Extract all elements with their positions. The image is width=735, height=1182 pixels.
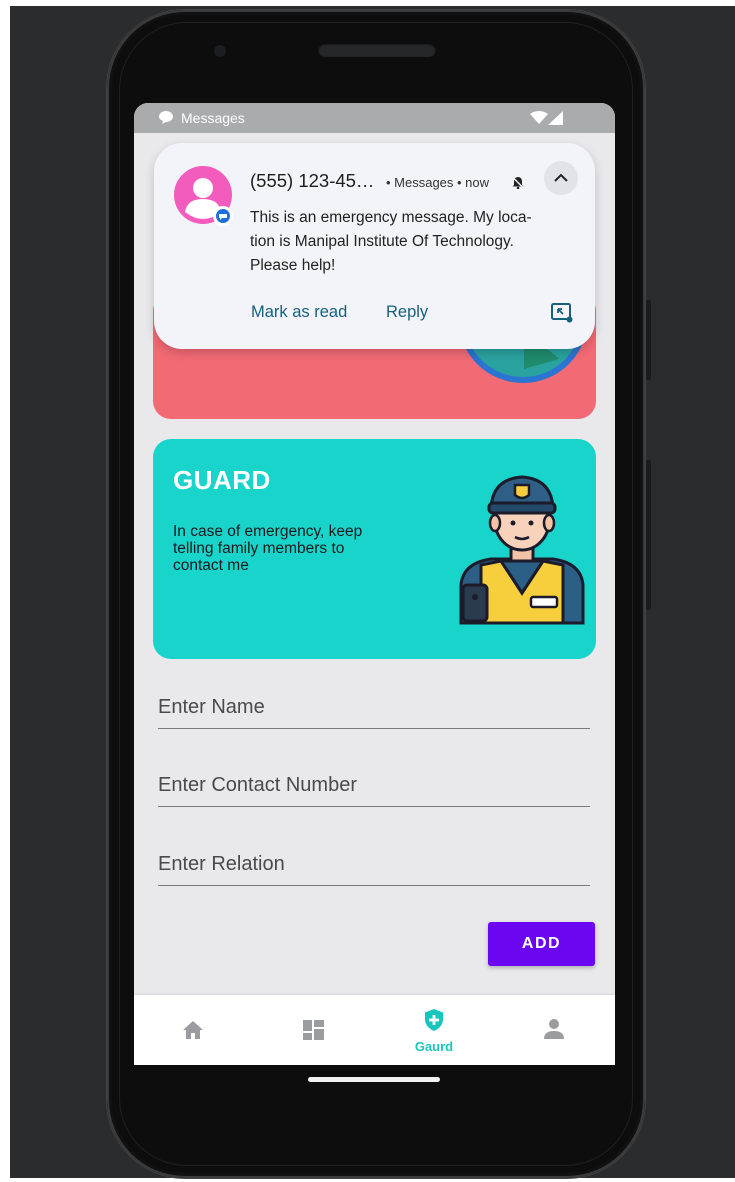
wifi-icon <box>530 111 548 124</box>
status-app-label: Messages <box>181 110 245 126</box>
person-icon <box>544 1019 564 1039</box>
guard-description: In case of emergency, keep telling famil… <box>173 523 363 574</box>
notification-meta: • Messages • now <box>386 175 490 190</box>
dashboard-icon <box>303 1020 324 1040</box>
bell-off-icon <box>512 176 524 189</box>
name-field[interactable] <box>158 688 590 729</box>
notification-body-line: Please help! <box>250 257 336 274</box>
message-badge-icon <box>213 206 233 226</box>
relation-field[interactable] <box>158 845 590 886</box>
reply-button[interactable]: Reply <box>386 303 428 322</box>
nav-item-home[interactable] <box>134 995 254 1065</box>
contact-number-input[interactable] <box>158 774 590 797</box>
nav-item-guard[interactable]: Gaurd <box>374 995 494 1065</box>
nav-item-profile[interactable] <box>494 995 614 1065</box>
canvas-border-top <box>0 0 735 6</box>
relation-input[interactable] <box>158 853 590 876</box>
security-guard-illustration <box>459 475 585 625</box>
notification-body: This is an emergency message. My loca- t… <box>250 206 580 278</box>
earpiece-speaker <box>318 43 436 57</box>
name-input[interactable] <box>158 696 590 719</box>
canvas-border-left <box>0 0 10 1182</box>
guard-title: GUARD <box>173 465 271 495</box>
bottom-navigation: Gaurd <box>134 995 615 1065</box>
signal-icon <box>548 111 563 125</box>
home-icon <box>183 1021 203 1039</box>
guard-card[interactable]: GUARD In case of emergency, keep telling… <box>153 439 596 659</box>
power-button <box>646 460 651 610</box>
home-indicator[interactable] <box>308 1077 440 1082</box>
expand-collapse-button[interactable] <box>544 161 578 195</box>
add-button[interactable]: ADD <box>488 922 595 966</box>
mark-as-read-button[interactable]: Mark as read <box>251 303 347 322</box>
notification-sender: (555) 123-45… <box>250 170 375 191</box>
nav-label-guard: Gaurd <box>414 1039 454 1054</box>
contact-number-field[interactable] <box>158 766 590 807</box>
canvas-border-bottom <box>0 1178 735 1182</box>
picture-in-picture-icon[interactable] <box>551 303 573 323</box>
notification-body-line: This is an emergency message. My loca- <box>250 209 532 226</box>
front-camera <box>211 42 229 60</box>
notification-body-line: tion is Manipal Institute Of Technology. <box>250 233 514 250</box>
shield-plus-icon <box>425 1009 443 1031</box>
message-notification[interactable]: (555) 123-45… • Messages • now This is a… <box>154 143 595 349</box>
volume-button <box>646 300 651 380</box>
nav-item-dashboard[interactable] <box>254 995 374 1065</box>
messages-icon <box>159 111 173 124</box>
status-bar: Messages <box>134 103 615 133</box>
chevron-up-icon <box>554 173 568 182</box>
